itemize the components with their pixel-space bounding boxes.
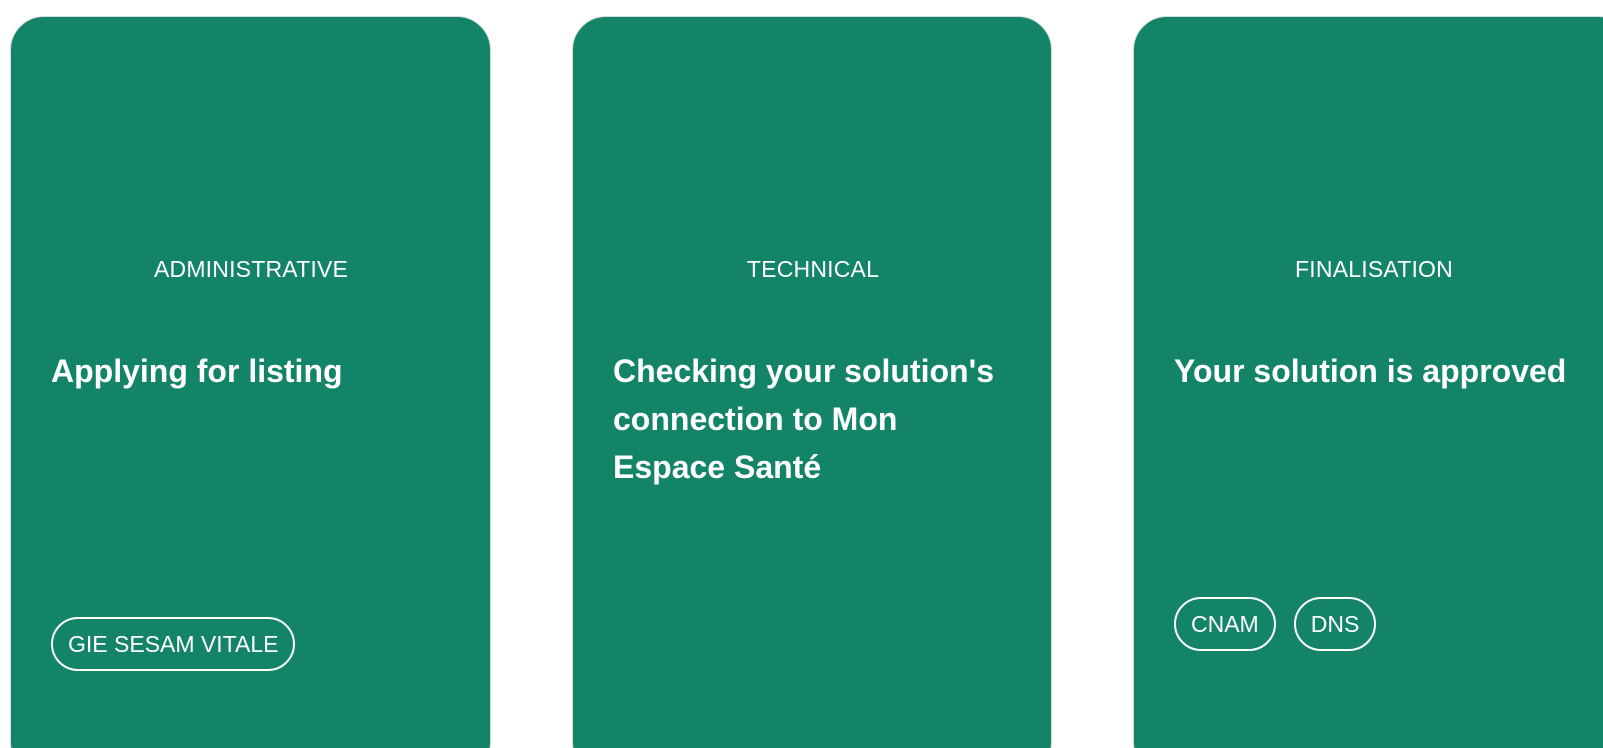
step-category: TECHNICAL <box>746 256 880 282</box>
tag-dns: DNS <box>1293 597 1377 651</box>
step-title: Applying for listing <box>51 353 343 389</box>
step-card-administrative: ADMINISTRATIVE Applying for listing GIE … <box>10 16 491 748</box>
step-title: Checking your solution's connection to M… <box>613 353 994 485</box>
tag-cnam: CNAM <box>1174 597 1276 651</box>
process-steps: ADMINISTRATIVE Applying for listing GIE … <box>0 0 1603 748</box>
stakeholder-tags: GIE SESAM VITALE <box>51 617 296 671</box>
step-category: ADMINISTRATIVE <box>153 256 349 282</box>
step-card-finalisation: FINALISATION Your solution is approved C… <box>1133 16 1603 748</box>
step-category: FINALISATION <box>1295 256 1453 282</box>
stakeholder-tags: CNAM DNS <box>1174 597 1377 651</box>
step-title: Your solution is approved <box>1174 353 1567 389</box>
tag-gie-sesam-vitale: GIE SESAM VITALE <box>51 617 296 671</box>
step-card-technical: TECHNICAL Checking your solution's conne… <box>572 16 1052 748</box>
